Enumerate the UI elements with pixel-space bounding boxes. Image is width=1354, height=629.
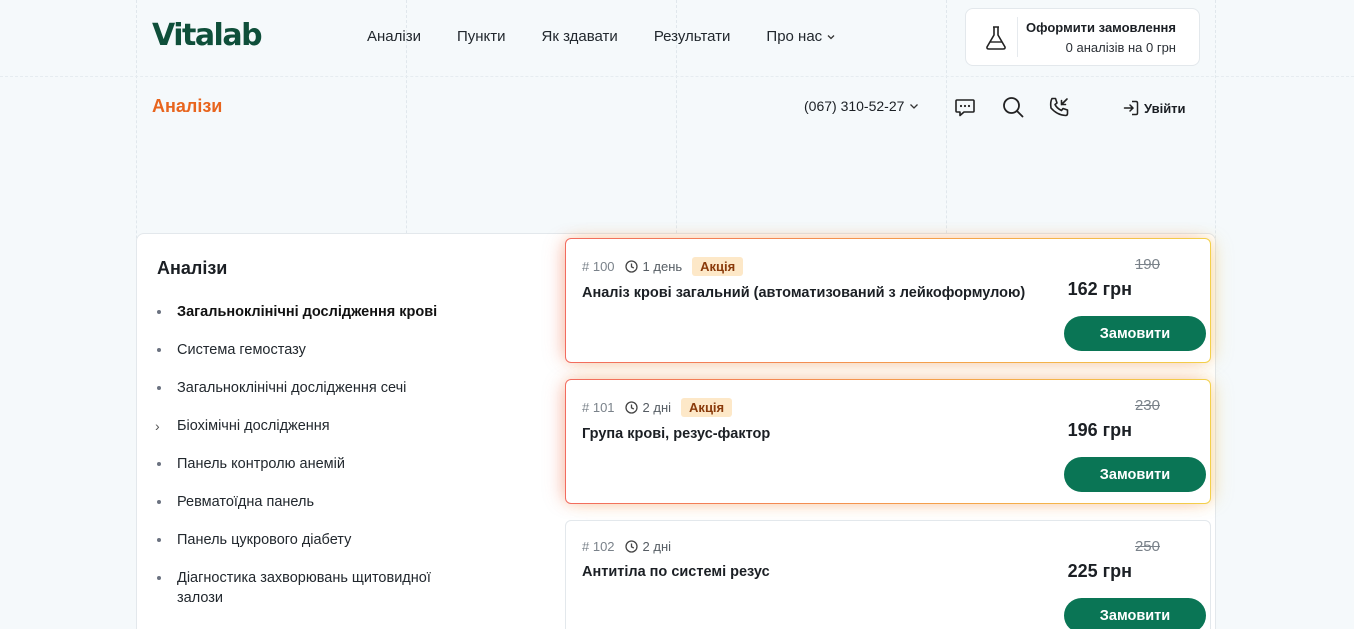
page-title: Аналізи [152, 96, 223, 116]
bullet-icon [157, 576, 161, 580]
bullet-icon [157, 462, 161, 466]
duration-label: 1 день [642, 259, 683, 274]
product-duration: 2 дні [624, 539, 672, 554]
flask-icon [986, 26, 1006, 50]
category-label: Панель контролю анемій [177, 456, 345, 472]
nav-how-to[interactable]: Як здавати [542, 28, 618, 45]
chevron-right-icon: › [155, 418, 160, 434]
clock-icon [624, 540, 638, 553]
callback-button[interactable] [1046, 94, 1072, 120]
promo-badge: Акція [692, 257, 744, 276]
main-nav: Аналізи Пункти Як здавати Результати Про… [367, 28, 836, 45]
product-name[interactable]: Група крові, резус-фактор [582, 426, 770, 442]
order-summary-button[interactable]: Оформити замовлення 0 аналізів на 0 грн [965, 8, 1200, 66]
nav-about-label: Про нас [766, 28, 823, 45]
old-price: 230 [1134, 397, 1160, 414]
site-header: Vitalab Аналізи Пункти Як здавати Резуль… [136, 0, 1216, 76]
category-label: Панель цукрового діабету [177, 532, 352, 548]
phone-callback-icon [1049, 97, 1069, 117]
price: 196 грн [1067, 420, 1132, 440]
chat-icon [955, 99, 975, 117]
nav-about[interactable]: Про нас [766, 28, 836, 45]
price: 162 грн [1067, 279, 1132, 299]
product-card: # 102 2 дні Антитіла по системі резус 25… [565, 520, 1211, 629]
category-list: Загальноклінічні дослідження крові Систе… [155, 302, 487, 626]
chevron-down-icon [827, 34, 835, 39]
category-item[interactable]: Діагностика захворювань щитовидної залоз… [157, 568, 467, 608]
chevron-down-icon [910, 104, 919, 109]
category-item[interactable]: Ревматоїдна панель [157, 492, 487, 512]
category-label: Діагностика захворювань щитовидної залоз… [177, 570, 431, 606]
product-code: # 102 [582, 539, 615, 554]
order-button[interactable]: Замовити [1064, 316, 1206, 351]
bullet-icon [157, 538, 161, 542]
phone-number: (067) 310-52-27 [804, 98, 905, 114]
order-button[interactable]: Замовити [1064, 457, 1206, 492]
order-button[interactable]: Замовити [1064, 598, 1206, 629]
search-button[interactable] [1000, 94, 1026, 120]
product-meta: # 102 2 дні [582, 539, 671, 554]
clock-icon [624, 401, 638, 414]
product-meta: # 101 2 дні Акція [582, 398, 733, 417]
login-button[interactable]: Увійти [1122, 99, 1186, 117]
nav-points[interactable]: Пункти [457, 28, 506, 45]
logo[interactable]: Vitalab [152, 18, 263, 53]
sidebar-title: Аналізи [157, 258, 228, 278]
category-label: Загальноклінічні дослідження крові [177, 304, 438, 320]
bullet-icon [157, 310, 161, 314]
product-code: # 101 [582, 400, 615, 415]
nav-results[interactable]: Результати [654, 28, 731, 45]
login-icon [1123, 100, 1139, 116]
old-price: 190 [1134, 256, 1160, 273]
duration-label: 2 дні [642, 400, 672, 415]
category-item[interactable]: Система гемостазу [157, 340, 487, 360]
category-item-expandable[interactable]: › Біохімічні дослідження [155, 416, 487, 436]
product-name[interactable]: Антитіла по системі резус [582, 564, 770, 580]
category-label: Ревматоїдна панель [177, 494, 315, 510]
order-summary: 0 аналізів на 0 грн [1065, 40, 1176, 55]
divider [1017, 17, 1018, 57]
category-label: Система гемостазу [177, 342, 306, 358]
login-label: Увійти [1144, 100, 1186, 116]
phone-dropdown[interactable]: (067) 310-52-27 [804, 98, 920, 114]
bullet-icon [157, 386, 161, 390]
product-duration: 1 день [624, 259, 683, 274]
price: 225 грн [1067, 561, 1132, 581]
bullet-icon [157, 348, 161, 352]
product-name[interactable]: Аналіз крові загальний (автоматизований … [582, 285, 1025, 301]
category-item[interactable]: Панель цукрового діабету [157, 530, 487, 550]
old-price: 250 [1134, 538, 1160, 555]
bullet-icon [157, 500, 161, 504]
clock-icon [624, 260, 638, 273]
product-duration: 2 дні [624, 400, 672, 415]
product-card: # 100 1 день Акція Аналіз крові загальни… [565, 238, 1211, 363]
order-title: Оформити замовлення [1026, 20, 1176, 35]
category-label: Загальноклінічні дослідження сечі [177, 380, 407, 396]
product-code: # 100 [582, 259, 615, 274]
category-item[interactable]: Загальноклінічні дослідження сечі [157, 378, 487, 398]
nav-analyses[interactable]: Аналізи [367, 28, 421, 45]
chat-button[interactable] [952, 94, 978, 120]
product-meta: # 100 1 день Акція [582, 257, 744, 276]
category-item[interactable]: Панель контролю анемій [157, 454, 487, 474]
promo-badge: Акція [681, 398, 733, 417]
duration-label: 2 дні [642, 539, 672, 554]
search-icon [1003, 97, 1024, 118]
product-card: # 101 2 дні Акція Група крові, резус-фак… [565, 379, 1211, 504]
category-item[interactable]: Загальноклінічні дослідження крові [157, 302, 487, 322]
category-label: Біохімічні дослідження [177, 418, 330, 434]
